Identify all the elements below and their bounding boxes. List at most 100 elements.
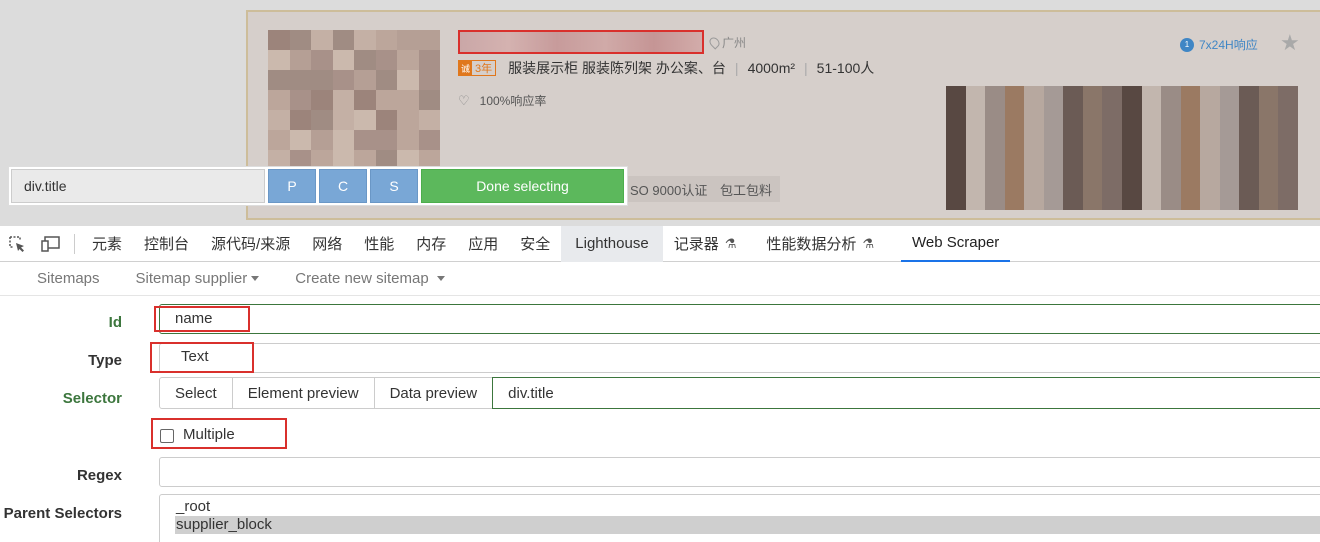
- devtools-tab-bar: 元素 控制台 源代码/来源 网络 性能 内存 应用 安全 Lighthouse …: [0, 225, 1320, 262]
- year-badge: 诚 3年: [458, 60, 497, 76]
- mosaic-pixel: [397, 130, 419, 150]
- tab-performance-insights-label: 性能数据分析: [766, 236, 857, 253]
- mosaic-pixel: [1121, 127, 1142, 148]
- tab-sources[interactable]: 源代码/来源: [200, 226, 301, 262]
- mosaic-pixel: [1121, 86, 1142, 107]
- id-input[interactable]: [159, 304, 1320, 334]
- webpage-area: 广州 诚 3年 服装展示柜 服装陈列架 办公案、台 | 4000m² | 51-…: [0, 0, 1320, 226]
- mosaic-pixel: [418, 110, 440, 130]
- parent-option-supplier-block[interactable]: supplier_block: [176, 516, 272, 533]
- mosaic-pixel: [289, 90, 311, 110]
- data-preview-button[interactable]: Data preview: [373, 377, 494, 409]
- mosaic-pixel: [946, 189, 966, 210]
- flask-icon: ⚗: [724, 235, 737, 251]
- mosaic-pixel: [1043, 189, 1064, 210]
- mosaic-pixel: [418, 70, 440, 90]
- tab-elements[interactable]: 元素: [81, 226, 133, 262]
- mosaic-pixel: [1024, 86, 1044, 107]
- year-badge-text: 3年: [475, 63, 493, 75]
- mosaic-pixel: [1278, 147, 1298, 169]
- type-label: Type: [88, 352, 122, 369]
- mosaic-pixel: [1239, 86, 1259, 107]
- heart-icon: ♡: [458, 92, 470, 108]
- type-select[interactable]: [159, 343, 1320, 373]
- mosaic-pixel: [1004, 147, 1025, 169]
- mosaic-pixel: [1004, 127, 1025, 148]
- tab-security[interactable]: 安全: [509, 226, 561, 262]
- mosaic-pixel: [1141, 189, 1162, 210]
- mosaic-pixel: [354, 90, 376, 110]
- regex-input[interactable]: [159, 457, 1320, 487]
- mosaic-pixel: [965, 127, 986, 148]
- mosaic-pixel: [1278, 168, 1298, 190]
- mosaic-pixel: [397, 90, 419, 110]
- mosaic-pixel: [1141, 168, 1162, 190]
- mosaic-pixel: [946, 106, 966, 128]
- mosaic-pixel: [1063, 86, 1083, 107]
- mosaic-pixel: [418, 130, 440, 150]
- mosaic-pixel: [311, 130, 333, 150]
- mosaic-pixel: [397, 70, 419, 90]
- nav-sitemap-supplier[interactable]: Sitemap supplier: [118, 270, 278, 287]
- device-toolbar-icon[interactable]: [34, 226, 68, 262]
- location-pin-icon: [707, 35, 722, 50]
- mosaic-pixel: [1161, 86, 1181, 107]
- mosaic-pixel: [311, 70, 333, 90]
- parent-option-root[interactable]: _root: [176, 498, 210, 515]
- selector-input[interactable]: div.title: [492, 377, 1320, 409]
- selector-label: Selector: [62, 390, 122, 407]
- nav-sitemaps[interactable]: Sitemaps: [0, 270, 118, 287]
- select-button[interactable]: S: [370, 169, 418, 203]
- mosaic-pixel: [268, 110, 290, 130]
- mosaic-pixel: [1258, 106, 1279, 128]
- tab-web-scraper[interactable]: Web Scraper: [901, 226, 1011, 262]
- inspect-svg: [9, 235, 24, 252]
- mosaic-pixel: [1141, 127, 1162, 148]
- tab-network[interactable]: 网络: [301, 226, 353, 262]
- type-highlight-box: [150, 342, 254, 373]
- mosaic-pixel: [418, 50, 440, 70]
- divider: |: [804, 60, 808, 76]
- mosaic-pixel: [375, 130, 397, 150]
- chevron-down-icon: [251, 276, 260, 281]
- child-button[interactable]: C: [319, 169, 367, 203]
- mosaic-pixel: [332, 110, 354, 130]
- mosaic-pixel: [354, 30, 376, 50]
- parent-button[interactable]: P: [268, 169, 316, 203]
- nav-create-new-sitemap-label: Create new sitemap: [295, 270, 429, 287]
- favorite-star-icon[interactable]: ★: [1280, 30, 1300, 56]
- mosaic-pixel: [1219, 86, 1240, 107]
- mosaic-pixel: [1063, 168, 1083, 190]
- done-selecting-button[interactable]: Done selecting: [421, 169, 624, 203]
- tab-recorder[interactable]: 记录器 ⚗: [663, 226, 748, 262]
- mosaic-pixel: [1043, 168, 1064, 190]
- inspect-element-icon[interactable]: [0, 226, 34, 262]
- mosaic-pixel: [965, 106, 986, 128]
- mosaic-pixel: [1102, 127, 1122, 148]
- tab-lighthouse[interactable]: Lighthouse: [561, 225, 663, 262]
- select-button[interactable]: Select: [159, 377, 233, 409]
- mosaic-pixel: [1082, 127, 1103, 148]
- mosaic-pixel: [1121, 168, 1142, 190]
- device-svg: [41, 235, 60, 252]
- location: 广州: [707, 34, 746, 51]
- mosaic-pixel: [1239, 127, 1259, 148]
- mosaic-pixel: [311, 90, 333, 110]
- selector-input[interactable]: div.title: [11, 169, 265, 203]
- tab-performance-insights[interactable]: 性能数据分析 ⚗: [755, 226, 885, 262]
- company-name-highlighted[interactable]: [458, 30, 704, 54]
- tab-application[interactable]: 应用: [457, 226, 509, 262]
- tab-performance[interactable]: 性能: [353, 226, 405, 262]
- mosaic-pixel: [332, 50, 354, 70]
- mosaic-pixel: [985, 127, 1005, 148]
- mosaic-pixel: [332, 70, 354, 90]
- mosaic-pixel: [354, 130, 376, 150]
- tab-memory[interactable]: 内存: [405, 226, 457, 262]
- nav-create-new-sitemap[interactable]: Create new sitemap: [277, 270, 462, 287]
- flask-icon: ⚗: [862, 235, 875, 251]
- tab-console[interactable]: 控制台: [133, 226, 200, 262]
- element-preview-button[interactable]: Element preview: [231, 377, 375, 409]
- mosaic-pixel: [1043, 127, 1064, 148]
- mosaic-pixel: [1004, 106, 1025, 128]
- mosaic-pixel: [1024, 189, 1044, 210]
